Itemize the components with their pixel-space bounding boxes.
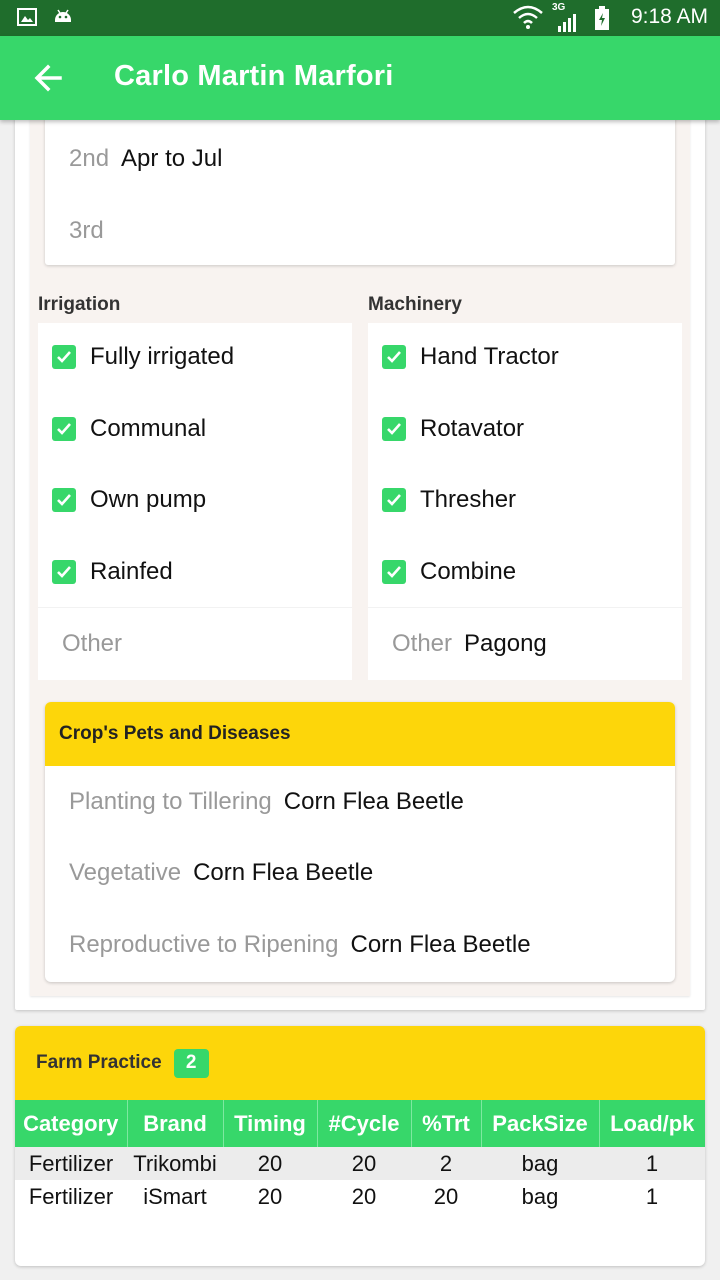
column-header[interactable]: Brand: [127, 1100, 224, 1147]
option-label: Hand Tractor: [420, 343, 559, 370]
checkbox-checked-icon[interactable]: [382, 345, 406, 369]
pest-value: Corn Flea Beetle: [193, 859, 374, 886]
growth-stage-label: Reproductive to Ripening: [69, 931, 339, 958]
table-cell: iSmart: [143, 1183, 207, 1209]
table-cell: 2: [411, 1147, 481, 1180]
farm-practice-table: Category Brand Timing #Cycle %Trt PackSi…: [15, 1100, 705, 1213]
wifi-icon: [513, 5, 543, 29]
pest-value: Corn Flea Beetle: [283, 788, 464, 815]
checkbox-checked-icon[interactable]: [52, 345, 76, 369]
farm-practice-header: Farm Practice 2: [15, 1026, 705, 1100]
column-header[interactable]: Load/pk: [599, 1100, 705, 1147]
table-cell: 20: [223, 1147, 317, 1180]
season-value: Apr to Jul: [121, 145, 223, 172]
option-label: Communal: [90, 415, 207, 442]
other-label: Other: [392, 630, 453, 657]
battery-charging-icon: [595, 6, 609, 30]
machinery-option[interactable]: Rotavator: [382, 414, 524, 444]
table-cell: 1: [599, 1147, 705, 1180]
farm-practice-title: Farm Practice: [36, 1052, 162, 1073]
pest-row: Reproductive to Ripening Corn Flea Beetle: [69, 931, 531, 959]
back-arrow-icon[interactable]: [30, 60, 70, 96]
column-header[interactable]: %Trt: [411, 1100, 482, 1147]
growth-stage-label: Planting to Tillering: [69, 788, 272, 815]
option-label: Own pump: [90, 486, 207, 513]
table-cell: Fertilizer: [15, 1147, 127, 1180]
column-header[interactable]: Timing: [223, 1100, 318, 1147]
machinery-title: Machinery: [368, 294, 462, 315]
table-cell: 20: [317, 1147, 411, 1180]
pest-value: Corn Flea Beetle: [350, 931, 531, 958]
irrigation-option[interactable]: Communal: [52, 414, 206, 444]
irrigation-option[interactable]: Rainfed: [52, 557, 173, 587]
growth-stage-label: Vegetative: [69, 859, 182, 886]
signal-icon: [558, 14, 576, 32]
option-label: Thresher: [420, 486, 517, 513]
table-cell: Fertilizer: [28, 1183, 114, 1209]
table-cell: 1: [645, 1183, 659, 1209]
machinery-option[interactable]: Thresher: [382, 485, 516, 515]
column-header[interactable]: PackSize: [481, 1100, 600, 1147]
gallery-notification-icon: [17, 8, 37, 26]
machinery-option[interactable]: Combine: [382, 557, 516, 587]
season-label: 3rd: [69, 217, 104, 244]
android-notification-icon: [55, 9, 71, 22]
checkbox-checked-icon[interactable]: [382, 417, 406, 441]
irrigation-card: Fully irrigated Communal Own pump Rainfe…: [38, 323, 352, 680]
machinery-option[interactable]: Hand Tractor: [382, 342, 559, 372]
checkbox-checked-icon[interactable]: [52, 488, 76, 512]
irrigation-option[interactable]: Fully irrigated: [52, 342, 234, 372]
table-cell: bag: [481, 1147, 599, 1180]
pest-row: Planting to Tillering Corn Flea Beetle: [69, 788, 464, 816]
machinery-other-field[interactable]: Other Pagong: [368, 607, 682, 680]
option-label: Combine: [420, 558, 517, 585]
clock: 9:18 AM: [630, 5, 708, 28]
season-row: 3rd: [69, 217, 116, 245]
table-header-row: Category Brand Timing #Cycle %Trt PackSi…: [15, 1100, 705, 1147]
option-label: Rainfed: [90, 558, 173, 585]
count-badge: 2: [173, 1048, 209, 1078]
farm-practice-card: Farm Practice 2 Category Brand Timing #C…: [15, 1026, 705, 1266]
table-cell: bag: [521, 1183, 559, 1209]
app-bar: Carlo Martin Marfori: [0, 36, 720, 120]
table-cell: 20: [351, 1183, 377, 1209]
option-label: Rotavator: [420, 415, 525, 442]
season-label: 2nd: [69, 145, 110, 172]
other-value: Pagong: [464, 630, 547, 657]
option-label: Fully irrigated: [90, 343, 235, 370]
table-row[interactable]: Fertilizer Trikombi 20 20 2 bag 1: [15, 1147, 705, 1180]
column-header[interactable]: #Cycle: [317, 1100, 412, 1147]
checkbox-checked-icon[interactable]: [52, 560, 76, 584]
table-row[interactable]: Fertilizer iSmart 20 20 20 bag 1: [15, 1180, 705, 1213]
checkbox-checked-icon[interactable]: [52, 417, 76, 441]
pests-header: Crop's Pets and Diseases: [45, 702, 675, 766]
season-row: 2nd Apr to Jul: [69, 145, 222, 173]
column-header[interactable]: Category: [15, 1100, 128, 1147]
irrigation-other-field[interactable]: Other: [38, 607, 352, 680]
checkbox-checked-icon[interactable]: [382, 560, 406, 584]
pests-diseases-card: Crop's Pets and Diseases Planting to Til…: [45, 702, 675, 982]
checkbox-checked-icon[interactable]: [382, 488, 406, 512]
table-cell: 20: [257, 1183, 283, 1209]
status-bar: 3G 9:18 AM: [0, 0, 720, 36]
cropping-season-card: 2nd Apr to Jul 3rd: [45, 110, 675, 265]
irrigation-option[interactable]: Own pump: [52, 485, 206, 515]
table-cell: 20: [433, 1183, 459, 1209]
pest-row: Vegetative Corn Flea Beetle: [69, 859, 373, 887]
machinery-card: Hand Tractor Rotavator Thresher Combine …: [368, 323, 682, 680]
table-cell: Trikombi: [127, 1147, 223, 1180]
irrigation-title: Irrigation: [38, 294, 121, 315]
page-title: Carlo Martin Marfori: [114, 60, 394, 92]
other-label: Other: [62, 630, 123, 657]
